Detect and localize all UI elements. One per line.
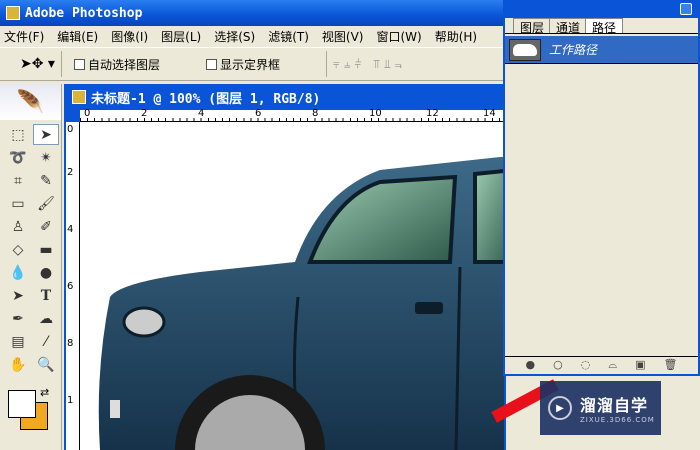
car-artwork: [98, 157, 504, 450]
menu-layer[interactable]: 图层(L): [161, 28, 201, 45]
marquee-tool-icon[interactable]: ⬚: [5, 124, 31, 145]
auto-select-checkbox[interactable]: 自动选择图层: [73, 56, 160, 73]
menu-image[interactable]: 图像(I): [111, 28, 148, 45]
photoshop-icon: [6, 6, 20, 20]
ruler-label: 8: [312, 108, 319, 119]
menu-select[interactable]: 选择(S): [214, 28, 255, 45]
auto-select-label: 自动选择图层: [87, 57, 160, 72]
path-thumbnail: [509, 38, 541, 61]
document-title-bar: 未标题-1 @ 100% (图层 1, RGB/8): [66, 84, 504, 110]
ruler-label: 8: [67, 338, 74, 349]
headlight: [122, 306, 166, 338]
align-buttons-icon[interactable]: ⫧⫨⫩ ⫪⫫⫬: [333, 57, 406, 72]
watermark: ▶ 溜溜自学 ZIXUE.3D66.COM: [540, 381, 661, 435]
ruler-label: 1: [67, 395, 74, 406]
vertical-ruler: 0 2 4 6 8 1: [66, 122, 80, 450]
foreground-color[interactable]: [8, 390, 36, 418]
ruler-label: 2: [67, 167, 74, 178]
app-title: Adobe Photoshop: [25, 5, 143, 21]
divider: [325, 51, 327, 77]
ruler-label: 12: [426, 108, 439, 119]
tab-channels[interactable]: 通道: [549, 18, 588, 35]
color-swatches[interactable]: ⇄: [8, 386, 54, 436]
horizontal-ruler: 0 2 4 6 8 10 12 14: [80, 108, 504, 122]
car-front-window: [307, 174, 458, 264]
eyedropper-icon[interactable]: ⁄: [33, 331, 59, 352]
canvas[interactable]: [80, 122, 504, 450]
divider: [60, 51, 62, 77]
menu-filter[interactable]: 滤镜(T): [268, 28, 309, 45]
healing-brush-icon[interactable]: ▭: [5, 193, 31, 214]
crop-tool-icon[interactable]: ⌗: [5, 170, 31, 191]
door-handle: [415, 302, 443, 314]
paths-panel: 图层 通道 路径 工作路径 ● ○ ◌ ⌓ ▣ 🗑: [503, 0, 700, 376]
toolbox: 🪶 ⬚ ➤ ➰ ✴ ⌗ ✎ ▭ 🖌 ♙ ✐ ◇ ▬ 💧 ● ➤ T ✒ ☁ ▤ ⁄ ✋ 🔍 ⇄: [0, 84, 62, 450]
magic-wand-icon[interactable]: ✴: [33, 147, 59, 168]
pen-tool-icon[interactable]: ✒: [5, 308, 31, 329]
show-bounds-label: 显示定界框: [219, 57, 280, 72]
ruler-label: 6: [67, 281, 74, 292]
ruler-label: 2: [141, 108, 148, 119]
ruler-label: 10: [369, 108, 382, 119]
menu-window[interactable]: 窗口(W): [376, 28, 421, 45]
feather-logo-icon: 🪶: [0, 84, 61, 120]
gradient-tool-icon[interactable]: ▬: [33, 239, 59, 260]
tab-layers[interactable]: 图层: [513, 18, 552, 35]
ruler-label: 0: [67, 124, 74, 135]
panel-footer: ● ○ ◌ ⌓ ▣ 🗑: [505, 356, 698, 372]
move-tool-preset-icon[interactable]: ➤✥ ▾: [20, 56, 55, 72]
watermark-title: 溜溜自学: [580, 396, 649, 415]
ruler-label: 4: [198, 108, 205, 119]
brush-tool-icon[interactable]: 🖌: [33, 193, 59, 214]
play-logo-icon: ▶: [548, 396, 572, 420]
menu-help[interactable]: 帮助(H): [435, 28, 477, 45]
stamp-tool-icon[interactable]: ♙: [5, 216, 31, 237]
type-tool-icon[interactable]: T: [33, 285, 59, 306]
app-title-bar: Adobe Photoshop: [0, 0, 505, 26]
minimize-icon[interactable]: [680, 3, 692, 15]
document-icon: [72, 90, 86, 104]
swap-colors-icon[interactable]: ⇄: [40, 386, 49, 399]
lasso-tool-icon[interactable]: ➰: [5, 147, 31, 168]
ruler-label: 4: [67, 224, 74, 235]
tab-paths[interactable]: 路径: [585, 18, 624, 35]
menu-view[interactable]: 视图(V): [322, 28, 364, 45]
notes-tool-icon[interactable]: ▤: [5, 331, 31, 352]
move-tool-icon[interactable]: ➤: [33, 124, 59, 145]
delete-path-icon[interactable]: 🗑: [663, 358, 677, 371]
options-bar: ➤✥ ▾ 自动选择图层 显示定界框 ⫧⫨⫩ ⫪⫫⫬: [0, 47, 505, 81]
document-window: 未标题-1 @ 100% (图层 1, RGB/8) 0 2 4 6 8 10 …: [64, 84, 506, 450]
zoom-tool-icon[interactable]: 🔍: [33, 354, 59, 375]
stroke-path-icon[interactable]: ○: [553, 358, 563, 371]
show-bounds-checkbox[interactable]: 显示定界框: [205, 56, 280, 73]
eraser-tool-icon[interactable]: ◇: [5, 239, 31, 260]
document-title: 未标题-1 @ 100% (图层 1, RGB/8): [91, 91, 321, 107]
panel-tabs: 图层 通道 路径: [505, 18, 698, 35]
make-work-path-icon[interactable]: ⌓: [608, 358, 617, 372]
slice-tool-icon[interactable]: ✎: [33, 170, 59, 191]
path-name: 工作路径: [549, 43, 598, 57]
dodge-tool-icon[interactable]: ●: [33, 262, 59, 283]
menu-edit[interactable]: 编辑(E): [57, 28, 98, 45]
ruler-label: 6: [255, 108, 262, 119]
fill-path-icon[interactable]: ●: [526, 358, 536, 371]
path-item-work-path[interactable]: 工作路径: [505, 36, 698, 64]
panel-title-bar: [505, 0, 698, 18]
car-rear-window: [473, 169, 504, 264]
shape-tool-icon[interactable]: ☁: [33, 308, 59, 329]
menu-file[interactable]: 文件(F): [4, 28, 44, 45]
load-selection-icon[interactable]: ◌: [581, 358, 591, 371]
hand-tool-icon[interactable]: ✋: [5, 354, 31, 375]
fog-light: [110, 400, 120, 418]
ruler-label: 0: [84, 108, 91, 119]
menu-bar: 文件(F) 编辑(E) 图像(I) 图层(L) 选择(S) 滤镜(T) 视图(V…: [0, 26, 505, 46]
blur-tool-icon[interactable]: 💧: [5, 262, 31, 283]
path-select-icon[interactable]: ➤: [5, 285, 31, 306]
watermark-url: ZIXUE.3D66.COM: [580, 416, 655, 424]
ruler-label: 14: [483, 108, 496, 119]
history-brush-icon[interactable]: ✐: [33, 216, 59, 237]
new-path-icon[interactable]: ▣: [635, 358, 645, 371]
